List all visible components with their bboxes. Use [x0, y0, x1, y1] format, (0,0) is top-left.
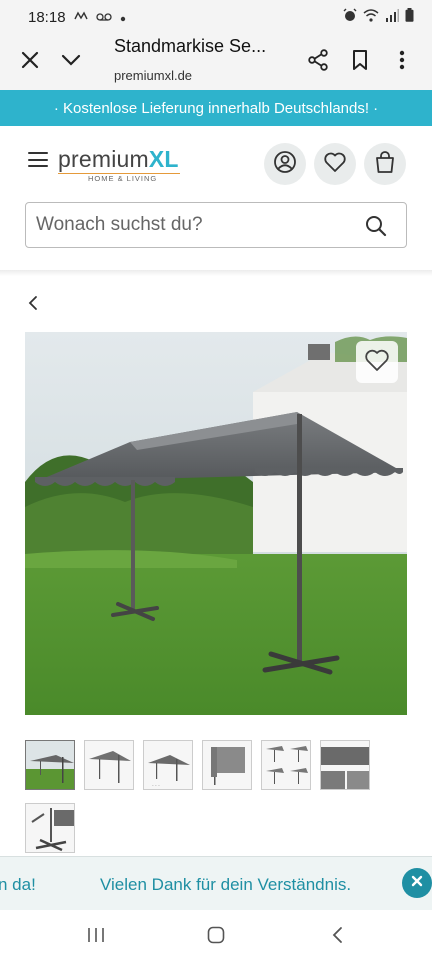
browser-url[interactable]: premiumxl.de	[114, 68, 192, 83]
voicemail-icon	[95, 9, 112, 26]
heart-icon	[364, 348, 390, 377]
logo-text-a: premium	[58, 146, 149, 172]
chevron-down-icon[interactable]	[57, 46, 85, 74]
wishlist-icon	[323, 151, 347, 178]
more-icon[interactable]	[388, 46, 416, 74]
cart-button[interactable]	[364, 143, 406, 185]
thumbnail-2[interactable]	[84, 740, 134, 790]
close-icon[interactable]	[16, 46, 44, 74]
logo[interactable]: premiumXL HOME & LIVING	[58, 146, 180, 183]
system-nav-bar	[0, 910, 432, 960]
back-chevron-icon[interactable]	[26, 294, 44, 312]
thumbnail-7[interactable]	[25, 803, 75, 853]
notice-bar: n da! Vielen Dank für dein Verständnis.	[0, 856, 432, 910]
browser-toolbar: Standmarkise Se... premiumxl.de	[0, 34, 432, 90]
thumbnail-4[interactable]	[202, 740, 252, 790]
account-button[interactable]	[264, 143, 306, 185]
site-header: premiumXL HOME & LIVING	[0, 126, 432, 274]
shipping-banner: · Kostenlose Lieferung innerhalb Deutsch…	[0, 90, 432, 126]
dot-icon	[120, 9, 126, 26]
product-photo	[25, 332, 407, 715]
image-wishlist-button[interactable]	[356, 341, 398, 383]
cart-icon	[374, 150, 396, 179]
wishlist-button[interactable]	[314, 143, 356, 185]
thumbnail-5[interactable]	[261, 740, 311, 790]
status-bar: 18:18	[0, 0, 432, 34]
logo-underline	[58, 173, 180, 174]
header-divider	[0, 270, 432, 276]
missed-call-icon	[73, 9, 88, 26]
status-time: 18:18	[28, 8, 66, 26]
home-icon[interactable]	[204, 924, 228, 946]
thumbnail-3[interactable]: - - -	[143, 740, 193, 790]
close-icon	[411, 874, 423, 892]
logo-text-b: XL	[148, 146, 179, 172]
back-icon[interactable]	[326, 924, 350, 946]
svg-text:- - -: - - -	[152, 783, 160, 789]
search-input[interactable]	[36, 214, 336, 236]
notice-close-button[interactable]	[402, 868, 432, 898]
signal-icon	[385, 8, 399, 26]
browser-page-title: Standmarkise Se...	[114, 36, 267, 56]
menu-icon[interactable]	[28, 152, 48, 168]
recent-apps-icon[interactable]	[84, 924, 108, 946]
battery-icon	[405, 8, 414, 26]
alarm-icon	[343, 8, 357, 26]
wifi-icon	[363, 8, 379, 26]
search-icon[interactable]	[364, 214, 388, 238]
bookmark-icon[interactable]	[346, 46, 374, 74]
account-icon	[273, 150, 297, 179]
logo-tagline: HOME & LIVING	[88, 174, 158, 183]
thumbnail-1[interactable]	[25, 740, 75, 790]
shipping-banner-text: · Kostenlose Lieferung innerhalb Deutsch…	[53, 99, 379, 117]
thumbnail-6[interactable]	[320, 740, 370, 790]
product-main-image[interactable]	[25, 332, 407, 715]
notice-text-left: n da!	[0, 875, 36, 894]
notice-text-right: Vielen Dank für dein Verständnis.	[100, 875, 352, 894]
search-bar	[25, 202, 407, 248]
share-icon[interactable]	[304, 46, 332, 74]
